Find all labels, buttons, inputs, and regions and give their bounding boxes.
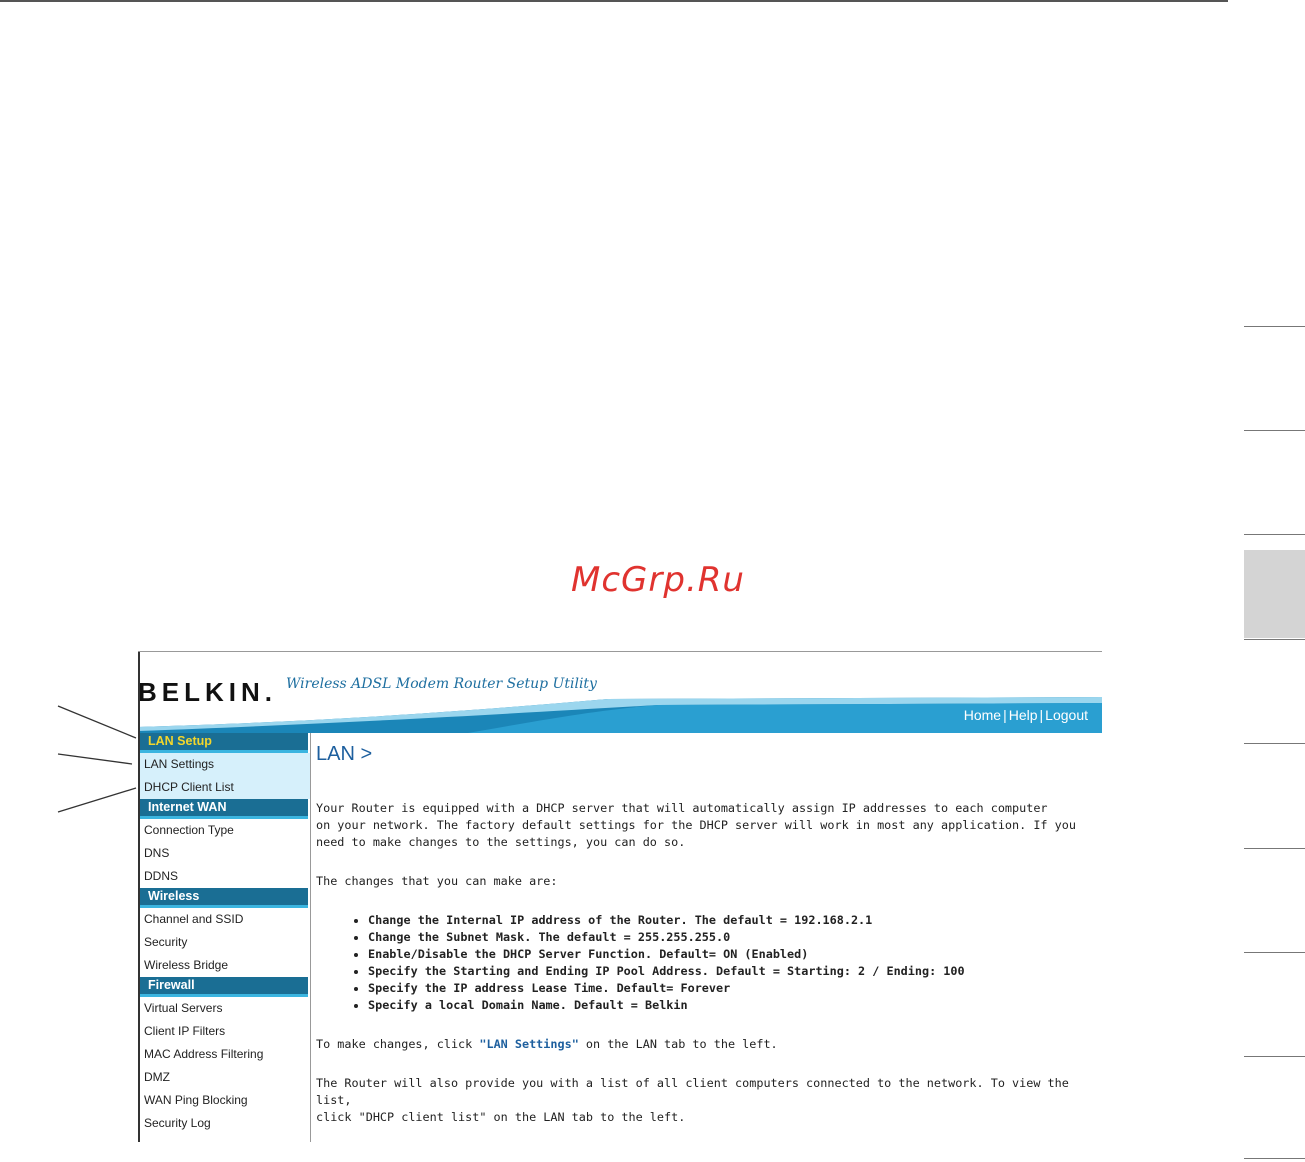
- top-links: Home | Help | Logout: [964, 707, 1088, 723]
- router-ui-screenshot: BELKIN. Wireless ADSL Modem Router Setup…: [138, 651, 1102, 1142]
- help-link[interactable]: Help: [1009, 707, 1038, 723]
- sidebar-section-internet-wan[interactable]: Internet WAN: [138, 799, 308, 819]
- list-item: Specify the Starting and Ending IP Pool …: [368, 963, 1096, 980]
- section-divider: [1244, 952, 1305, 953]
- watermark: McGrp.Ru: [571, 560, 745, 600]
- sidebar-item-ddns[interactable]: DDNS: [138, 865, 310, 888]
- separator: |: [1003, 707, 1007, 723]
- changes-list: Change the Internal IP address of the Ro…: [316, 912, 1096, 1014]
- sidebar-item-security-log[interactable]: Security Log: [138, 1112, 310, 1135]
- intro-text: on your network. The factory default set…: [316, 818, 1076, 832]
- sidebar-item-dns[interactable]: DNS: [138, 842, 310, 865]
- separator: |: [1039, 707, 1044, 723]
- client-list-text: click "DHCP client list" on the LAN tab …: [316, 1110, 686, 1124]
- page-top-rule: [0, 0, 1228, 2]
- section-divider: [1244, 1056, 1305, 1057]
- sidebar-item-connection-type[interactable]: Connection Type: [138, 819, 310, 842]
- section-divider: [1244, 326, 1305, 327]
- sidebar-section-lan-setup[interactable]: LAN Setup: [138, 733, 308, 753]
- list-item: Specify the IP address Lease Time. Defau…: [368, 980, 1096, 997]
- sidebar-item-wan-ping-blocking[interactable]: WAN Ping Blocking: [138, 1089, 310, 1112]
- main-content: LAN > Your Router is equipped with a DHC…: [316, 743, 1096, 1126]
- sidebar-section-firewall[interactable]: Firewall: [138, 977, 308, 997]
- header: BELKIN. Wireless ADSL Modem Router Setup…: [138, 651, 1102, 733]
- make-changes-pre: To make changes, click: [316, 1037, 480, 1051]
- sidebar-item-virtual-servers[interactable]: Virtual Servers: [138, 997, 310, 1020]
- list-item: Change the Internal IP address of the Ro…: [368, 912, 1096, 929]
- section-divider: [1244, 639, 1305, 640]
- sidebar-item-security[interactable]: Security: [138, 931, 310, 954]
- header-swoosh: [138, 697, 1102, 733]
- sidebar-item-lan-settings[interactable]: LAN Settings: [138, 753, 310, 776]
- list-item: Change the Subnet Mask. The default = 25…: [368, 929, 1096, 946]
- screenshot-border: [138, 651, 140, 1142]
- make-changes-post: on the LAN tab to the left.: [578, 1037, 778, 1051]
- list-item: Enable/Disable the DHCP Server Function.…: [368, 946, 1096, 963]
- sidebar-item-channel-ssid[interactable]: Channel and SSID: [138, 908, 310, 931]
- belkin-logo: BELKIN.: [138, 677, 277, 707]
- tagline: Wireless ADSL Modem Router Setup Utility: [286, 676, 597, 692]
- client-list-text: The Router will also provide you with a …: [316, 1076, 1069, 1107]
- sidebar-item-dhcp-client-list[interactable]: DHCP Client List: [138, 776, 310, 799]
- screenshot-border: [138, 651, 1102, 652]
- page-title: LAN >: [316, 743, 373, 765]
- sidebar-item-mac-filtering[interactable]: MAC Address Filtering: [138, 1043, 310, 1066]
- callout-lines: [57, 705, 137, 813]
- section-divider: [1244, 534, 1305, 535]
- logout-link[interactable]: Logout: [1045, 707, 1088, 723]
- section-divider: [1244, 743, 1305, 744]
- changes-heading: The changes that you can make are:: [316, 874, 558, 888]
- sidebar-section-wireless[interactable]: Wireless: [138, 888, 308, 908]
- home-link[interactable]: Home: [964, 707, 1001, 723]
- sidebar-item-wireless-bridge[interactable]: Wireless Bridge: [138, 954, 310, 977]
- list-item: Specify a local Domain Name. Default = B…: [368, 997, 1096, 1014]
- sidebar-item-client-ip-filters[interactable]: Client IP Filters: [138, 1020, 310, 1043]
- lan-settings-link[interactable]: "LAN Settings": [479, 1037, 578, 1051]
- intro-text: need to make changes to the settings, yo…: [316, 835, 686, 849]
- sidebar: LAN Setup LAN Settings DHCP Client List …: [138, 733, 311, 1142]
- make-changes-text: To make changes, click "LAN Settings" on…: [316, 1036, 1096, 1053]
- section-divider: [1244, 848, 1305, 849]
- sidebar-item-dmz[interactable]: DMZ: [138, 1066, 310, 1089]
- section-divider: [1244, 1158, 1305, 1159]
- section-divider: [1244, 430, 1305, 431]
- intro-text: Your Router is equipped with a DHCP serv…: [316, 801, 1048, 815]
